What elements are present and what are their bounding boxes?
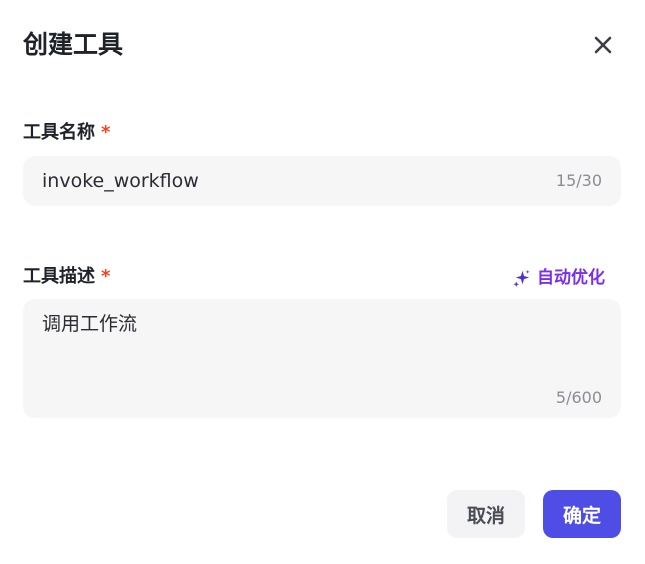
tool-name-counter: 15/30: [555, 171, 602, 190]
create-tool-dialog: 创建工具 工具名称 * invoke_workflow 15/30 工具描述 * 自…: [0, 0, 645, 564]
cancel-button[interactable]: 取消: [447, 490, 525, 538]
required-marker: *: [101, 266, 111, 287]
close-button[interactable]: [588, 30, 618, 60]
tool-description-textarea[interactable]: 调用工作流 5/600: [23, 299, 621, 418]
auto-optimize-label: 自动优化: [537, 268, 605, 288]
dialog-title: 创建工具: [23, 30, 124, 59]
tool-description-label-text: 工具描述: [23, 266, 95, 287]
tool-description-value: 调用工作流: [42, 313, 138, 335]
tool-description-counter: 5/600: [555, 388, 602, 407]
required-marker: *: [101, 122, 111, 143]
tool-name-label: 工具名称 *: [23, 121, 110, 145]
tool-name-label-text: 工具名称: [23, 122, 95, 143]
tool-name-value: invoke_workflow: [42, 170, 199, 192]
auto-optimize-button[interactable]: 自动优化: [512, 266, 605, 290]
sparkle-icon: [513, 269, 530, 287]
close-icon: [594, 36, 612, 54]
tool-name-input[interactable]: invoke_workflow 15/30: [23, 156, 621, 206]
confirm-button[interactable]: 确定: [543, 490, 621, 538]
tool-description-label: 工具描述 *: [23, 265, 110, 289]
